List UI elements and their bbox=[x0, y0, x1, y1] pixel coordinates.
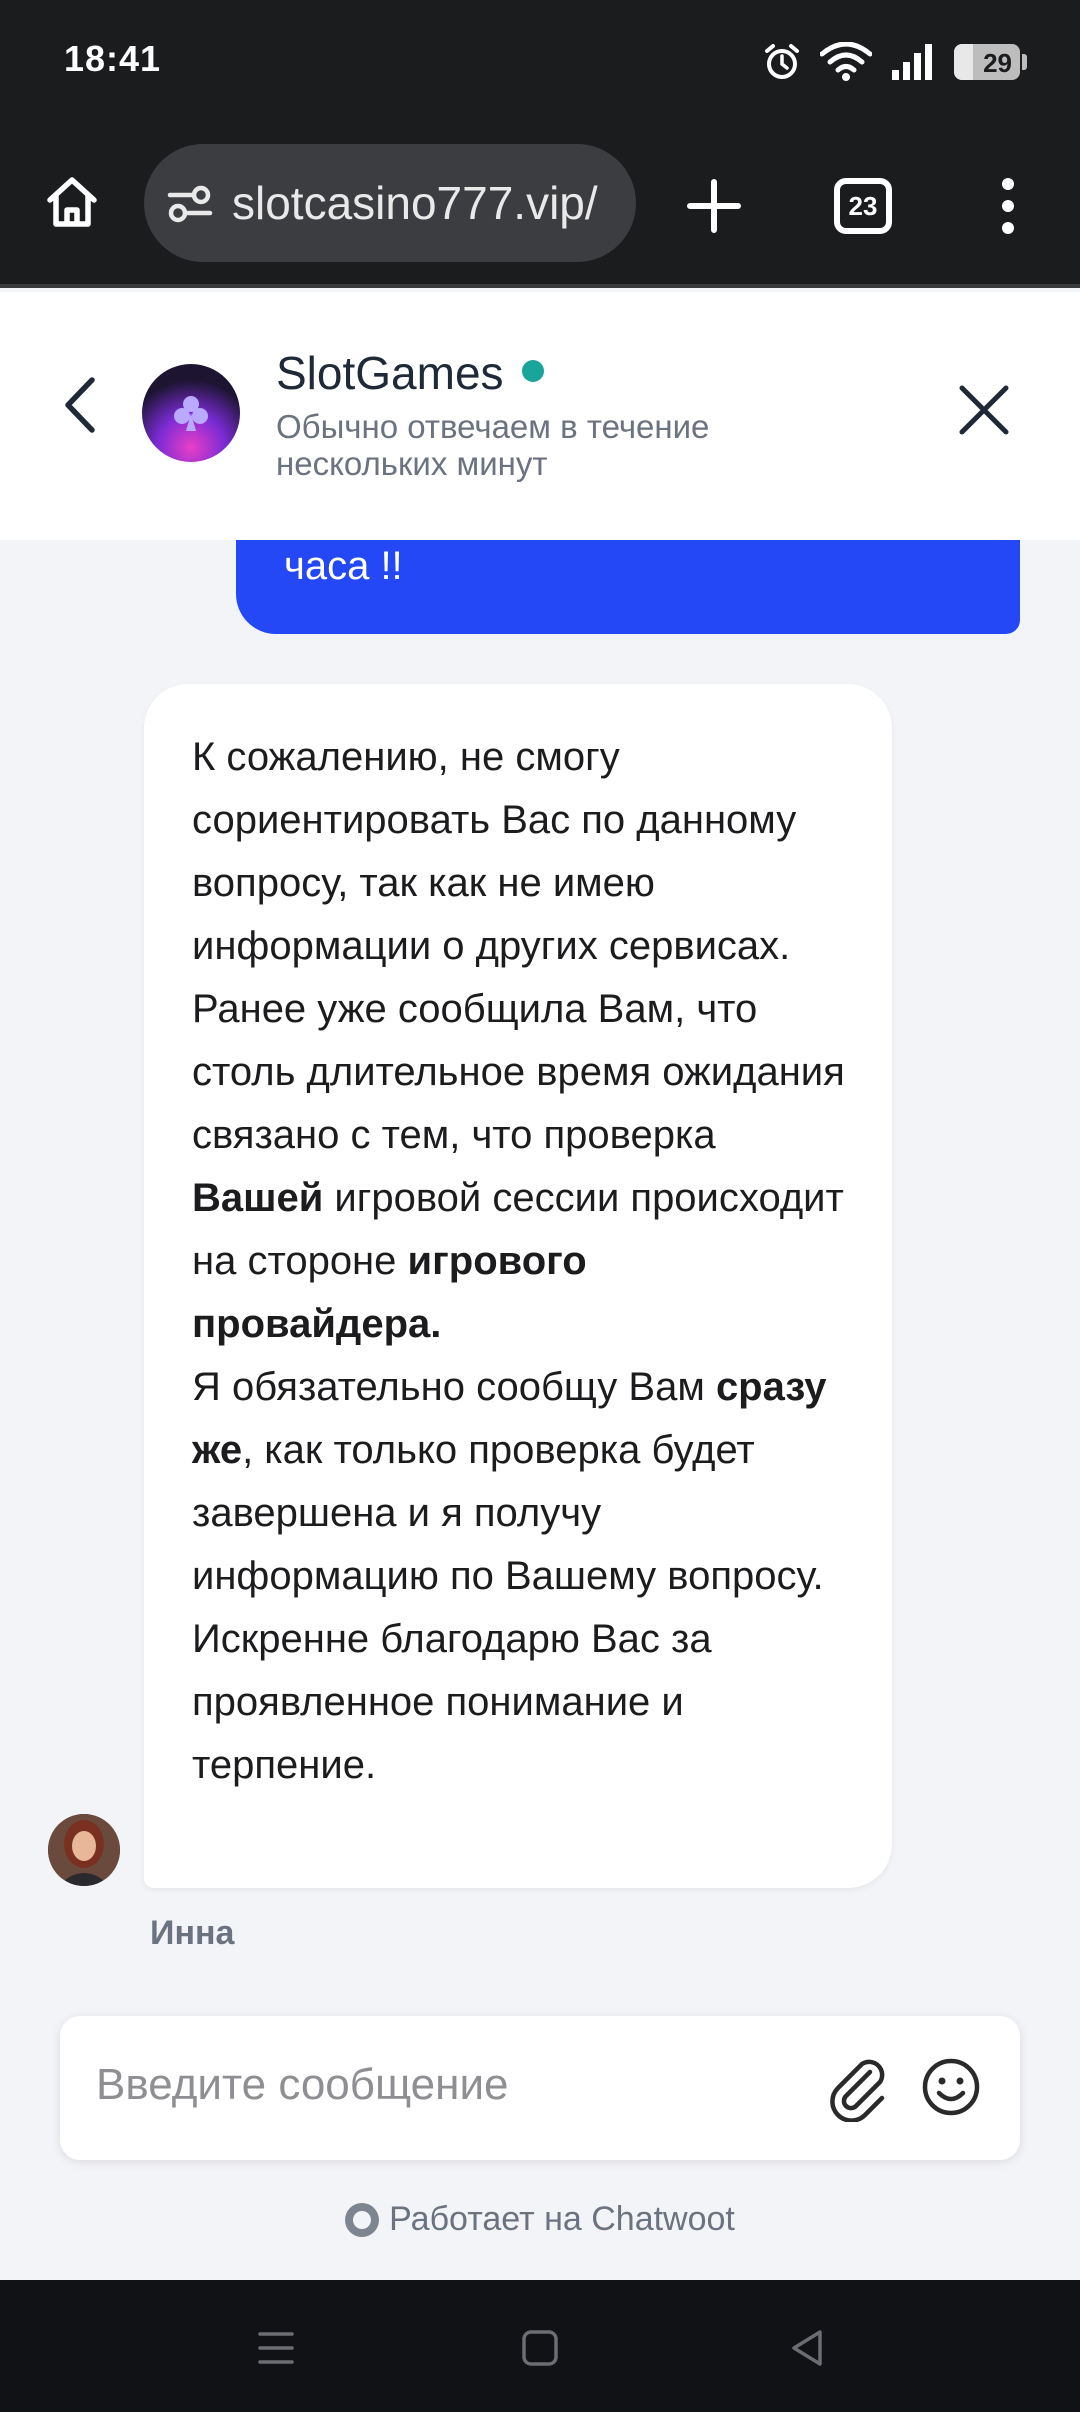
paperclip-icon bbox=[830, 2059, 885, 2123]
user-message-bubble: часа !! bbox=[236, 540, 1020, 634]
chat-subtitle: Обычно отвечаем в течение нескольких мин… bbox=[276, 408, 710, 482]
attach-button[interactable] bbox=[824, 2052, 894, 2123]
battery-icon: 29 bbox=[954, 44, 1027, 80]
alarm-icon bbox=[765, 44, 799, 79]
status-bar: 18:41 29 bbox=[0, 0, 1080, 126]
close-icon bbox=[959, 385, 1009, 435]
chat-header: SlotGames Обычно отвечаем в течение неск… bbox=[0, 292, 1080, 540]
powered-by-text[interactable]: Работает на Chatwoot bbox=[389, 2200, 735, 2239]
agent-portrait-icon bbox=[48, 1814, 120, 1886]
agent-message-paragraph: Ранее уже сообщила Вам, что столь длител… bbox=[192, 987, 845, 1346]
new-tab-icon bbox=[687, 179, 741, 233]
message-composer: Введите сообщение bbox=[60, 2016, 1020, 2160]
home-nav-button[interactable] bbox=[512, 2320, 568, 2376]
wifi-icon bbox=[820, 42, 872, 81]
agent-avatar bbox=[48, 1814, 120, 1886]
powered-by-footer[interactable]: Работает на Chatwoot bbox=[0, 2200, 1080, 2239]
back-nav-button[interactable] bbox=[780, 2320, 836, 2376]
chatwoot-logo-icon bbox=[345, 2202, 380, 2237]
battery-level: 29 bbox=[983, 48, 1012, 78]
browser-toolbar: slotcasino777.vip/ 23 bbox=[0, 126, 1080, 288]
status-icons: 29 bbox=[762, 40, 1027, 84]
brand-avatar bbox=[142, 364, 240, 462]
status-time: 18:41 bbox=[64, 38, 162, 79]
url-text[interactable]: slotcasino777.vip/ bbox=[232, 176, 598, 230]
agent-message-bubble: К сожалению, не смогу сориентировать Вас… bbox=[144, 684, 892, 1888]
chat-title: SlotGames bbox=[276, 347, 504, 399]
emoji-button[interactable] bbox=[918, 2054, 984, 2120]
back-nav-icon bbox=[792, 2330, 822, 2366]
chevron-left-icon bbox=[65, 377, 95, 433]
system-nav-bar bbox=[0, 2280, 1080, 2412]
agent-message-paragraph: Я обязательно сообщу Вам сразу же, как т… bbox=[192, 1365, 827, 1598]
user-message-text: часа !! bbox=[284, 544, 403, 588]
site-settings-icon[interactable] bbox=[166, 183, 214, 223]
recent-apps-button[interactable] bbox=[248, 2320, 304, 2376]
tab-count: 23 bbox=[848, 190, 878, 221]
signal-icon bbox=[892, 44, 932, 80]
overflow-menu-button[interactable] bbox=[990, 174, 1026, 238]
emoji-icon bbox=[922, 2058, 980, 2116]
agent-name: Инна bbox=[150, 1914, 235, 1952]
recent-apps-icon bbox=[258, 2332, 294, 2364]
agent-message-paragraph: К сожалению, не смогу сориентировать Вас… bbox=[192, 735, 797, 968]
home-nav-icon bbox=[522, 2330, 558, 2366]
message-input[interactable]: Введите сообщение bbox=[96, 2060, 509, 2110]
back-button[interactable] bbox=[52, 370, 108, 440]
tab-switcher-icon[interactable]: 23 bbox=[834, 178, 892, 234]
overflow-menu-icon bbox=[1002, 178, 1014, 234]
club-icon bbox=[174, 396, 208, 431]
home-icon bbox=[47, 177, 97, 227]
online-status-indicator bbox=[522, 360, 544, 382]
url-bar[interactable]: slotcasino777.vip/ bbox=[144, 144, 636, 262]
browser-home-button[interactable] bbox=[40, 170, 104, 234]
agent-message-paragraph: Искренне благодарю Вас за проявленное по… bbox=[192, 1617, 712, 1787]
close-button[interactable] bbox=[958, 384, 1010, 436]
new-tab-button[interactable] bbox=[682, 174, 746, 238]
